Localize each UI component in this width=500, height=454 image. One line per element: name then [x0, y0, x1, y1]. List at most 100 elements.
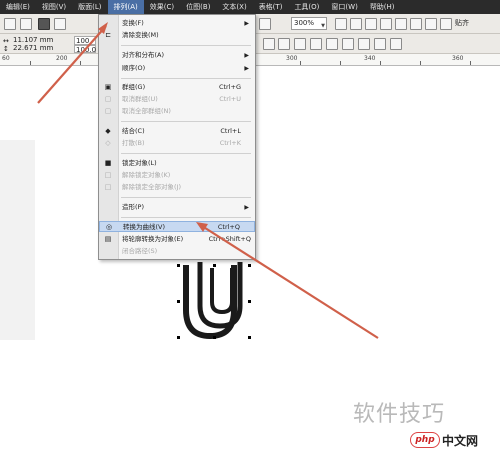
scale-x-field[interactable]: 100 — [74, 36, 96, 45]
menu-item-shortcut: Ctrl+G — [218, 83, 241, 91]
zoom-height-icon[interactable] — [425, 18, 437, 30]
selected-curve-shape[interactable] — [183, 262, 243, 340]
menu-text[interactable]: 文本(X) — [216, 0, 252, 14]
menu-item-group[interactable]: ▣ 群组(G) Ctrl+G — [99, 82, 255, 93]
menu-item-label: 转换为曲线(V) — [123, 223, 166, 231]
menu-separator — [121, 217, 251, 218]
snap-to-label[interactable]: 贴齐 — [455, 17, 469, 30]
site-name: 中文网 — [442, 434, 479, 448]
menu-window[interactable]: 窗口(W) — [325, 0, 363, 14]
menu-item-close-path[interactable]: 闭合路径(S) — [99, 246, 255, 257]
break-apart-icon: ◇ — [105, 139, 111, 147]
open-folder-icon[interactable] — [20, 18, 32, 30]
menu-item-order[interactable]: 顺序(O) ▶ — [99, 63, 255, 74]
ruler-tick — [340, 61, 341, 65]
width-icon: ↔ — [3, 37, 9, 45]
menu-item-outline-to-object[interactable]: ▤ 将轮廓转换为对象(E) Ctrl+Shift+Q — [99, 234, 255, 245]
menu-item-lock-object[interactable]: ■ 锁定对象(L) — [99, 158, 255, 169]
zoom-out-icon[interactable] — [350, 18, 362, 30]
menu-item-ungroup[interactable]: ▢ 取消群组(U) Ctrl+U — [99, 94, 255, 105]
lock-icon: ■ — [104, 159, 112, 167]
simplify-icon[interactable] — [310, 38, 322, 50]
menu-item-unlock-all-objects[interactable]: □ 解除锁定全部对象(J) — [99, 182, 255, 193]
menu-item-label: 闭合路径(S) — [122, 247, 158, 255]
menu-item-shortcut: Ctrl+L — [220, 127, 241, 135]
menu-item-label: 将轮廓转换为对象(E) — [122, 235, 184, 243]
trim-icon[interactable] — [278, 38, 290, 50]
menu-item-shortcut: Ctrl+U — [219, 95, 241, 103]
menu-item-combine[interactable]: ◆ 结合(C) Ctrl+L — [99, 126, 255, 137]
menu-item-shaping[interactable]: 造形(P) ▶ — [99, 202, 255, 213]
zoom-tool-icon[interactable] — [259, 18, 271, 30]
submenu-arrow-icon: ▶ — [244, 52, 249, 59]
menu-layout[interactable]: 版面(L) — [72, 0, 107, 14]
arrange-menu: 变换(F) ▶ ⊏ 清除变换(M) 对齐和分布(A) ▶ 顺序(O) ▶ ▣ 群… — [98, 14, 256, 260]
menu-help[interactable]: 帮助(H) — [364, 0, 401, 14]
back-minus-front-icon[interactable] — [342, 38, 354, 50]
height-icon: ↕ — [3, 45, 9, 53]
menu-item-align-distribute[interactable]: 对齐和分布(A) ▶ — [99, 50, 255, 61]
ruler-tick — [30, 61, 31, 65]
menu-table[interactable]: 表格(T) — [253, 0, 289, 14]
menu-item-break-apart[interactable]: ◇ 打散(B) Ctrl+K — [99, 138, 255, 149]
menu-item-label: 锁定对象(L) — [122, 159, 157, 167]
menu-item-unlock-object[interactable]: □ 解除锁定对象(K) — [99, 170, 255, 181]
zoom-width-icon[interactable] — [410, 18, 422, 30]
menu-view[interactable]: 视图(V) — [36, 0, 72, 14]
print-icon[interactable] — [54, 18, 66, 30]
zoom-in-icon[interactable] — [335, 18, 347, 30]
site-watermark: php 中文网 — [410, 432, 490, 450]
width-value[interactable]: 11.107 mm — [13, 36, 53, 44]
menu-item-ungroup-all[interactable]: ▢ 取消全部群组(N) — [99, 106, 255, 117]
ruler-tick — [470, 61, 471, 65]
menu-item-shortcut: Ctrl+Q — [217, 223, 240, 231]
zoom-all-icon[interactable] — [380, 18, 392, 30]
group-icon: ▣ — [104, 83, 112, 91]
menu-tools[interactable]: 工具(O) — [288, 0, 325, 14]
ruler-tick — [80, 61, 81, 65]
clear-transform-icon: ⊏ — [105, 31, 111, 39]
zoom-selected-icon[interactable] — [365, 18, 377, 30]
intersect-icon[interactable] — [294, 38, 306, 50]
weld-icon[interactable] — [263, 38, 275, 50]
menu-arrange[interactable]: 排列(A) — [107, 0, 144, 14]
menu-item-transform[interactable]: 变换(F) ▶ — [99, 18, 255, 29]
convert-to-curves-icon: ◎ — [105, 223, 113, 231]
create-boundary-icon[interactable] — [358, 38, 370, 50]
menu-item-shortcut: Ctrl+Shift+Q — [208, 235, 251, 243]
menu-item-label: 对齐和分布(A) — [122, 51, 165, 59]
menu-separator — [121, 45, 251, 46]
menu-separator — [121, 197, 251, 198]
selection-handles[interactable] — [177, 264, 251, 339]
menu-item-label: 解除锁定对象(K) — [122, 171, 171, 179]
menu-item-convert-to-curves[interactable]: ◎ 转换为曲线(V) Ctrl+Q — [99, 221, 255, 232]
front-minus-back-icon[interactable] — [326, 38, 338, 50]
zoom-page-icon[interactable] — [395, 18, 407, 30]
menu-item-label: 结合(C) — [122, 127, 145, 135]
scale-y-field[interactable]: 100.0 — [74, 45, 96, 54]
outline-icon[interactable] — [390, 38, 402, 50]
menu-bar: 编辑(E) 视图(V) 版面(L) 排列(A) 效果(C) 位图(B) 文本(X… — [0, 0, 500, 14]
submenu-arrow-icon: ▶ — [244, 204, 249, 211]
submenu-arrow-icon: ▶ — [244, 65, 249, 72]
menu-item-label: 造形(P) — [122, 203, 144, 211]
menu-bitmaps[interactable]: 位图(B) — [180, 0, 216, 14]
pan-icon[interactable] — [440, 18, 452, 30]
ruler-tick — [420, 61, 421, 65]
unlock-all-icon: □ — [104, 183, 112, 191]
ruler-tick-label: 300 — [286, 55, 298, 62]
height-value[interactable]: 22.671 mm — [13, 44, 53, 52]
zoom-level-value: 300% — [294, 19, 315, 27]
ungroup-all-icon: ▢ — [104, 107, 112, 115]
align-icon[interactable] — [374, 38, 386, 50]
menu-edit[interactable]: 编辑(E) — [0, 0, 36, 14]
menu-effects[interactable]: 效果(C) — [144, 0, 180, 14]
menu-item-shortcut: Ctrl+K — [219, 139, 241, 147]
php-logo: php — [410, 432, 440, 448]
ruler-tick — [380, 61, 381, 65]
zoom-level-select[interactable]: 300% ▼ — [291, 17, 327, 30]
menu-item-clear-transform[interactable]: ⊏ 清除变换(M) — [99, 30, 255, 41]
new-document-icon[interactable] — [4, 18, 16, 30]
save-icon[interactable] — [38, 18, 50, 30]
ruler-tick-label: 340 — [364, 55, 376, 62]
